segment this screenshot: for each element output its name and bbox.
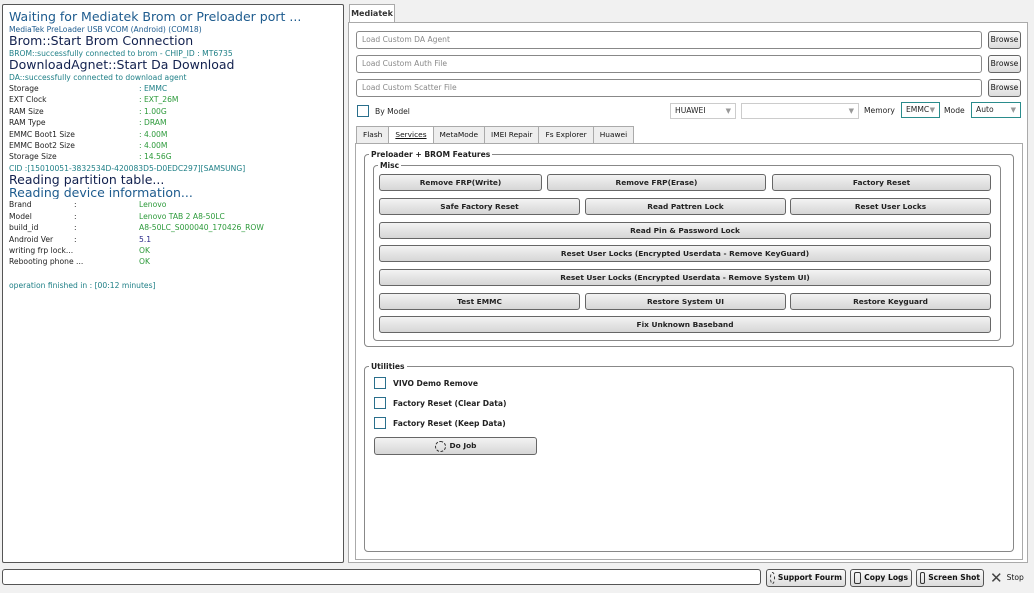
brand-select[interactable]: HUAWEI ▼ xyxy=(670,103,736,119)
spec-row: EMMC Boot1 Size: 4.00M xyxy=(9,129,168,139)
do-job-label: Do Job xyxy=(449,441,477,450)
fix-unknown-baseband-button[interactable]: Fix Unknown Baseband xyxy=(379,316,991,333)
vivo-demo-remove-label: VIVO Demo Remove xyxy=(393,378,478,388)
spec-row: EXT Clock: EXT_26M xyxy=(9,95,179,105)
utilities-group: Utilities VIVO Demo Remove Factory Reset… xyxy=(364,362,1014,552)
log-line: DownloadAgnet::Start Da Download xyxy=(9,59,235,72)
chevron-down-icon: ▼ xyxy=(725,107,731,115)
factory-reset-clear-label: Factory Reset (Clear Data) xyxy=(393,398,507,408)
factory-reset-keep-checkbox[interactable] xyxy=(374,417,386,429)
log-panel[interactable]: Waiting for Mediatek Brom or Preloader p… xyxy=(2,4,344,563)
copy-logs-button[interactable]: Copy Logs xyxy=(850,569,912,587)
mode-select[interactable]: Auto ▼ xyxy=(971,102,1021,118)
by-model-checkbox[interactable] xyxy=(357,105,369,117)
device-row: Model: Lenovo TAB 2 A8-50LC xyxy=(9,211,225,221)
tab-huawei[interactable]: Huawei xyxy=(592,126,635,144)
factory-reset-keep-label: Factory Reset (Keep Data) xyxy=(393,418,506,428)
tab-mediatek[interactable]: Mediatek xyxy=(349,4,395,23)
misc-legend: Misc xyxy=(380,161,400,170)
reset-remove-keyguard-button[interactable]: Reset User Locks (Encrypted Userdata - R… xyxy=(379,245,991,262)
memory-select[interactable]: EMMC ▼ xyxy=(901,102,940,118)
read-pin-password-button[interactable]: Read Pin & Password Lock xyxy=(379,222,991,239)
restore-keyguard-button[interactable]: Restore Keyguard xyxy=(790,293,991,310)
remove-frp-erase-button[interactable]: Remove FRP(Erase) xyxy=(547,174,766,191)
tab-metamode[interactable]: MetaMode xyxy=(432,126,485,144)
device-row: build_id: A8-50LC_S000040_170426_ROW xyxy=(9,223,264,233)
mode-label: Mode xyxy=(944,106,965,115)
safe-factory-reset-button[interactable]: Safe Factory Reset xyxy=(379,198,580,215)
browse-scatter-button[interactable]: Browse xyxy=(988,79,1021,97)
log-line: BROM::successfully connected to brom - C… xyxy=(9,48,233,58)
spec-row: RAM Size: 1.00G xyxy=(9,106,167,116)
finished-line: operation finished in : [00:12 minutes] xyxy=(9,280,156,290)
reset-remove-system-ui-button[interactable]: Reset User Locks (Encrypted Userdata - R… xyxy=(379,269,991,286)
stop-button[interactable]: ✕ Stop xyxy=(990,569,1024,587)
log-line: MediaTek PreLoader USB VCOM (Android) (C… xyxy=(9,24,202,34)
log-line: DA::successfully connected to download a… xyxy=(9,72,187,82)
factory-reset-keep-option[interactable]: Factory Reset (Keep Data) xyxy=(374,416,506,430)
tab-fs-explorer[interactable]: Fs Explorer xyxy=(538,126,593,144)
close-icon: ✕ xyxy=(990,569,1003,587)
log-line: Reading partition table... xyxy=(9,174,165,187)
spec-row: Storage Size: 14.56G xyxy=(9,152,172,162)
model-select[interactable]: ▼ xyxy=(741,103,859,119)
chevron-down-icon: ▼ xyxy=(848,107,854,115)
factory-reset-button[interactable]: Factory Reset xyxy=(772,174,991,191)
factory-reset-clear-checkbox[interactable] xyxy=(374,397,386,409)
tab-flash[interactable]: Flash xyxy=(356,126,389,144)
device-row: Rebooting phone ... OK xyxy=(9,257,150,267)
preloader-brom-group: Preloader + BROM Features Misc Remove FR… xyxy=(364,150,1014,347)
right-pane: Mediatek Load Custom DA Agent Browse Loa… xyxy=(348,4,1032,563)
do-job-button[interactable]: Do Job xyxy=(374,437,537,455)
reset-user-locks-button[interactable]: Reset User Locks xyxy=(790,198,991,215)
camera-icon xyxy=(920,572,926,584)
mediatek-panel: Load Custom DA Agent Browse Load Custom … xyxy=(348,22,1028,563)
browse-da-button[interactable]: Browse xyxy=(988,31,1021,49)
da-agent-input[interactable]: Load Custom DA Agent xyxy=(356,31,982,49)
chevron-down-icon: ▼ xyxy=(929,106,935,114)
chevron-down-icon: ▼ xyxy=(1010,106,1016,114)
subtab-bar: Flash Services MetaMode IMEI Repair Fs E… xyxy=(356,126,635,145)
spec-row: RAM Type: DRAM xyxy=(9,118,167,128)
device-row: Brand: Lenovo xyxy=(9,200,167,210)
misc-group: Misc Remove FRP(Write) Remove FRP(Erase)… xyxy=(373,161,1001,341)
cid-line: CID :[15010051-3832534D-420083D5-D0EDC29… xyxy=(9,163,246,173)
log-line: Brom::Start Brom Connection xyxy=(9,35,194,48)
tab-imei-repair[interactable]: IMEI Repair xyxy=(484,126,539,144)
vivo-demo-remove-option[interactable]: VIVO Demo Remove xyxy=(374,376,478,390)
log-line: Reading device information... xyxy=(9,186,193,200)
browse-auth-button[interactable]: Browse xyxy=(988,55,1021,73)
device-row: Android Ver:5.1 xyxy=(9,234,152,244)
spec-row: Storage: EMMC xyxy=(9,84,168,93)
by-model-label: By Model xyxy=(375,107,410,116)
auth-file-input[interactable]: Load Custom Auth File xyxy=(356,55,982,73)
factory-reset-clear-option[interactable]: Factory Reset (Clear Data) xyxy=(374,396,506,410)
device-row: writing frp lock... OK xyxy=(9,245,150,255)
services-panel: Preloader + BROM Features Misc Remove FR… xyxy=(355,143,1023,560)
remove-frp-write-button[interactable]: Remove FRP(Write) xyxy=(379,174,542,191)
vivo-demo-remove-checkbox[interactable] xyxy=(374,377,386,389)
scatter-file-input[interactable]: Load Custom Scatter File xyxy=(356,79,982,97)
memory-label: Memory xyxy=(864,106,895,115)
restore-system-ui-button[interactable]: Restore System UI xyxy=(585,293,786,310)
utilities-legend: Utilities xyxy=(371,362,405,371)
support-icon xyxy=(770,572,775,584)
copy-icon xyxy=(854,572,862,584)
preloader-brom-legend: Preloader + BROM Features xyxy=(371,150,491,159)
spec-row: EMMC Boot2 Size: 4.00M xyxy=(9,141,168,151)
log-line: Waiting for Mediatek Brom or Preloader p… xyxy=(9,11,302,24)
progress-bar xyxy=(2,569,761,585)
test-emmc-button[interactable]: Test EMMC xyxy=(379,293,580,310)
gear-icon xyxy=(434,440,446,452)
support-forum-button[interactable]: Support Fourm xyxy=(766,569,846,587)
screenshot-button[interactable]: Screen Shot xyxy=(916,569,984,587)
read-pattren-lock-button[interactable]: Read Pattren Lock xyxy=(585,198,786,215)
